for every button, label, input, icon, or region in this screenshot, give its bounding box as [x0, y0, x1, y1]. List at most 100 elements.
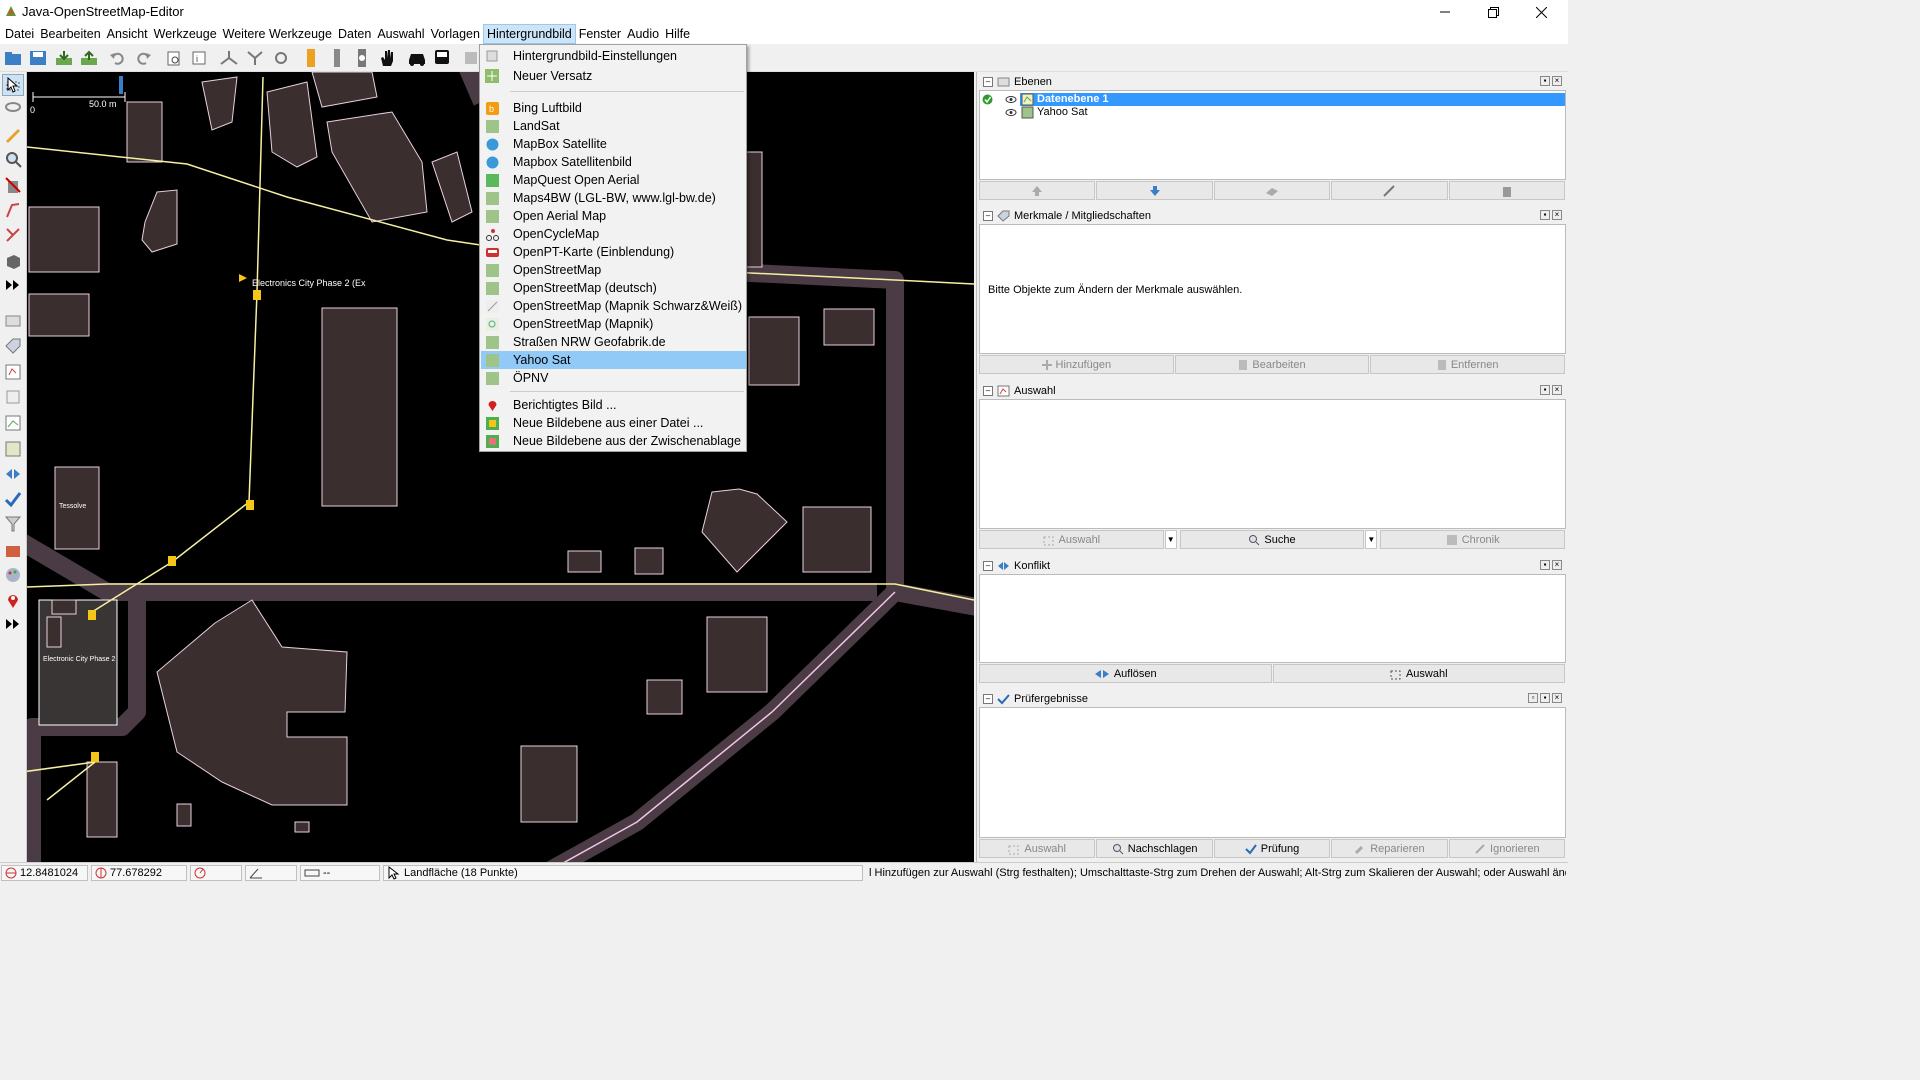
selection-list-toggle[interactable]: [2, 361, 24, 383]
draw-mode-button[interactable]: [2, 123, 24, 145]
edit-tag-button[interactable]: Bearbeiten: [1174, 355, 1370, 374]
detach-button[interactable]: ▪: [1540, 560, 1550, 570]
menu-item-openstreetmap-mapnik[interactable]: OpenStreetMap (Mapnik): [481, 315, 746, 333]
info-button[interactable]: i: [188, 47, 210, 69]
tags-toggle[interactable]: [2, 335, 24, 357]
hand-tool-button[interactable]: [376, 47, 398, 69]
split-way-button[interactable]: [218, 47, 240, 69]
open-file-button[interactable]: [2, 47, 24, 69]
zoom-slider-handle[interactable]: [119, 76, 123, 94]
collapse-toggle[interactable]: –: [983, 693, 993, 704]
active-layer-check-icon[interactable]: [982, 94, 993, 105]
add-tag-button[interactable]: Hinzufügen: [979, 355, 1174, 374]
select-mode-button[interactable]: [2, 74, 24, 96]
relation-list-toggle[interactable]: [2, 386, 24, 408]
menu-item-opencyclemap[interactable]: OpenCycleMap: [481, 225, 746, 243]
collapse-toggle[interactable]: –: [983, 210, 993, 221]
menu-item-maps4bw[interactable]: Maps4BW (LGL-BW, www.lgl-bw.de): [481, 189, 746, 207]
validator-select-button[interactable]: Auswahl: [979, 839, 1096, 858]
menu-daten[interactable]: Daten: [335, 24, 374, 44]
map-paint-toggle[interactable]: [2, 564, 24, 586]
layer-row-yahoo-sat[interactable]: Yahoo Sat: [980, 106, 1565, 119]
bus-preset-button[interactable]: [431, 47, 453, 69]
lasso-mode-button[interactable]: [2, 98, 24, 120]
menu-fenster[interactable]: Fenster: [576, 24, 624, 44]
save-button[interactable]: [27, 47, 49, 69]
history-toggle[interactable]: [2, 412, 24, 434]
delete-tag-button[interactable]: Entfernen: [1370, 355, 1566, 374]
menu-item-bing[interactable]: b Bing Luftbild: [481, 99, 746, 117]
ignore-button[interactable]: Ignorieren: [1448, 839, 1566, 858]
menu-item-new-offset[interactable]: Neuer Versatz: [481, 67, 746, 85]
fix-button[interactable]: Reparieren: [1331, 839, 1448, 858]
zoom-mode-button[interactable]: [2, 148, 24, 170]
minimap-toggle[interactable]: [2, 438, 24, 460]
close-window-button[interactable]: [1518, 0, 1564, 24]
detach-button[interactable]: ▪: [1540, 385, 1550, 395]
close-panel-button[interactable]: ×: [1552, 76, 1562, 86]
car-preset-button[interactable]: [406, 47, 428, 69]
visibility-eye-icon[interactable]: [1005, 94, 1017, 105]
history-button[interactable]: Chronik: [1380, 530, 1566, 549]
menu-weitere-werkzeuge[interactable]: Weitere Werkzeuge: [220, 24, 335, 44]
detach-button[interactable]: ▪: [1540, 210, 1550, 220]
preset-tool1-button[interactable]: [300, 47, 322, 69]
conflict-select-button[interactable]: Auswahl: [1272, 664, 1565, 683]
detach-button[interactable]: ▪: [1540, 76, 1550, 86]
delete-layer-button[interactable]: [1448, 181, 1566, 200]
parallel-mode-button[interactable]: [2, 199, 24, 221]
notes-toggle[interactable]: [2, 589, 24, 611]
move-layer-up-button[interactable]: [979, 181, 1096, 200]
validator-toggle[interactable]: [2, 488, 24, 510]
validate-button[interactable]: Prüfung: [1213, 839, 1331, 858]
menu-item-rectified-image[interactable]: Berichtigtes Bild ...: [481, 396, 746, 414]
more-modes-button[interactable]: [2, 274, 24, 296]
minimize-button[interactable]: [1422, 0, 1468, 24]
menu-audio[interactable]: Audio: [624, 24, 662, 44]
search-dropdown[interactable]: ▼: [1365, 530, 1378, 549]
reverse-way-button[interactable]: [270, 47, 292, 69]
menu-item-openstreetmap-deutsch[interactable]: OpenStreetMap (deutsch): [481, 279, 746, 297]
redo-button[interactable]: [133, 47, 155, 69]
menu-item-mapbox-satellite[interactable]: MapBox Satellite: [481, 135, 746, 153]
menu-datei[interactable]: Datei: [2, 24, 37, 44]
undo-button[interactable]: [106, 47, 128, 69]
menu-item-oepnv[interactable]: ÖPNV: [481, 369, 746, 387]
selection-select-button[interactable]: Auswahl: [979, 530, 1164, 549]
menu-item-open-aerial-map[interactable]: Open Aerial Map: [481, 207, 746, 225]
conflict-toggle[interactable]: [2, 463, 24, 485]
close-panel-button[interactable]: ×: [1552, 693, 1562, 703]
settings-button[interactable]: ▫: [1528, 693, 1538, 703]
collapse-toggle[interactable]: –: [983, 560, 993, 571]
menu-item-landsat[interactable]: LandSat: [481, 117, 746, 135]
close-panel-button[interactable]: ×: [1552, 560, 1562, 570]
extrude-mode-button[interactable]: [2, 250, 24, 272]
menu-item-mapquest[interactable]: MapQuest Open Aerial: [481, 171, 746, 189]
layer-list-toggle[interactable]: [2, 310, 24, 332]
close-panel-button[interactable]: ×: [1552, 385, 1562, 395]
menu-bearbeiten[interactable]: Bearbeiten: [37, 24, 103, 44]
menu-item-imagery-preferences[interactable]: Hintergrundbild-Einstellungen: [481, 47, 746, 65]
move-layer-down-button[interactable]: [1096, 181, 1213, 200]
menu-item-strassen-nrw[interactable]: Straßen NRW Geofabrik.de: [481, 333, 746, 351]
filter-toggle[interactable]: [2, 513, 24, 535]
layer-row-datenebene[interactable]: Datenebene 1: [980, 93, 1565, 106]
upload-button[interactable]: [78, 47, 100, 69]
menu-auswahl[interactable]: Auswahl: [374, 24, 427, 44]
menu-item-openstreetmap[interactable]: OpenStreetMap: [481, 261, 746, 279]
collapse-toggle[interactable]: –: [983, 76, 993, 87]
menu-item-mapbox-satellitenbild[interactable]: Mapbox Satellitenbild: [481, 153, 746, 171]
lookup-button[interactable]: Nachschlagen: [1096, 839, 1213, 858]
more-dialogs-button[interactable]: [2, 613, 24, 635]
menu-item-image-from-file[interactable]: Neue Bildebene aus einer Datei ...: [481, 414, 746, 432]
menu-item-yahoo-sat[interactable]: Yahoo Sat: [481, 351, 746, 369]
download-button[interactable]: [53, 47, 75, 69]
resolve-conflict-button[interactable]: Auflösen: [979, 664, 1272, 683]
layer-visibility-button[interactable]: [1331, 181, 1448, 200]
menu-vorlagen[interactable]: Vorlagen: [428, 24, 483, 44]
menu-hilfe[interactable]: Hilfe: [662, 24, 693, 44]
visibility-eye-icon[interactable]: [1005, 107, 1017, 118]
preset-tool3-button[interactable]: [351, 47, 373, 69]
preset-tool2-button[interactable]: [326, 47, 348, 69]
menu-item-openpt[interactable]: OpenPT-Karte (Einblendung): [481, 243, 746, 261]
